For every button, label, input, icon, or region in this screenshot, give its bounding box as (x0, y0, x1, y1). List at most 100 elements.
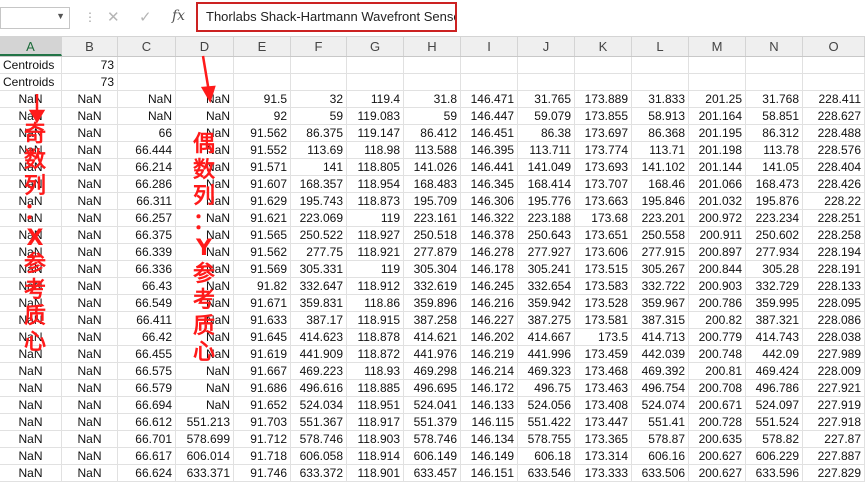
cell-j22[interactable]: 551.422 (518, 414, 575, 430)
cell-e6[interactable]: 91.552 (234, 142, 291, 158)
cell-o2[interactable] (803, 74, 865, 90)
cell-o4[interactable]: 228.627 (803, 108, 865, 124)
cell-o18[interactable]: 227.989 (803, 346, 865, 362)
cell-n10[interactable]: 223.234 (746, 210, 803, 226)
cell-d20[interactable]: NaN (176, 380, 234, 396)
cell-g8[interactable]: 118.954 (347, 176, 404, 192)
cell-a1[interactable]: Centroids (0, 57, 62, 73)
cell-b8[interactable]: NaN (62, 176, 118, 192)
cell-j20[interactable]: 496.75 (518, 380, 575, 396)
cell-f19[interactable]: 469.223 (291, 363, 347, 379)
cell-l12[interactable]: 277.915 (632, 244, 689, 260)
cell-l11[interactable]: 250.558 (632, 227, 689, 243)
cell-l13[interactable]: 305.267 (632, 261, 689, 277)
cell-f18[interactable]: 441.909 (291, 346, 347, 362)
cell-h9[interactable]: 195.709 (404, 193, 461, 209)
cell-c18[interactable]: 66.455 (118, 346, 176, 362)
cell-j19[interactable]: 469.323 (518, 363, 575, 379)
cell-k16[interactable]: 173.581 (575, 312, 632, 328)
cell-h6[interactable]: 113.588 (404, 142, 461, 158)
cell-n6[interactable]: 113.78 (746, 142, 803, 158)
cell-h16[interactable]: 387.258 (404, 312, 461, 328)
cell-k7[interactable]: 173.693 (575, 159, 632, 175)
cell-o19[interactable]: 228.009 (803, 363, 865, 379)
cell-o10[interactable]: 228.251 (803, 210, 865, 226)
cell-f16[interactable]: 387.17 (291, 312, 347, 328)
cell-l2[interactable] (632, 74, 689, 90)
cell-j24[interactable]: 606.18 (518, 448, 575, 464)
check-icon[interactable]: ✓ (139, 8, 152, 26)
cell-j7[interactable]: 141.049 (518, 159, 575, 175)
cell-a19[interactable]: NaN (0, 363, 62, 379)
cell-g25[interactable]: 118.901 (347, 465, 404, 481)
cell-f25[interactable]: 633.372 (291, 465, 347, 481)
cell-n4[interactable]: 58.851 (746, 108, 803, 124)
cell-a21[interactable]: NaN (0, 397, 62, 413)
cell-k5[interactable]: 173.697 (575, 125, 632, 141)
cell-i23[interactable]: 146.134 (461, 431, 518, 447)
cell-n5[interactable]: 86.312 (746, 125, 803, 141)
cell-i7[interactable]: 146.441 (461, 159, 518, 175)
cell-h18[interactable]: 441.976 (404, 346, 461, 362)
cell-c23[interactable]: 66.701 (118, 431, 176, 447)
cell-b19[interactable]: NaN (62, 363, 118, 379)
cell-l6[interactable]: 113.71 (632, 142, 689, 158)
cell-n21[interactable]: 524.097 (746, 397, 803, 413)
cell-e14[interactable]: 91.82 (234, 278, 291, 294)
cell-n11[interactable]: 250.602 (746, 227, 803, 243)
cell-h7[interactable]: 141.026 (404, 159, 461, 175)
cell-o23[interactable]: 227.87 (803, 431, 865, 447)
cell-j25[interactable]: 633.546 (518, 465, 575, 481)
cell-m17[interactable]: 200.779 (689, 329, 746, 345)
cell-n7[interactable]: 141.05 (746, 159, 803, 175)
cell-o16[interactable]: 228.086 (803, 312, 865, 328)
cell-j16[interactable]: 387.275 (518, 312, 575, 328)
cell-d3[interactable]: NaN (176, 91, 234, 107)
cell-f9[interactable]: 195.743 (291, 193, 347, 209)
cell-d25[interactable]: 633.371 (176, 465, 234, 481)
cell-j8[interactable]: 168.414 (518, 176, 575, 192)
cell-o7[interactable]: 228.404 (803, 159, 865, 175)
cell-b9[interactable]: NaN (62, 193, 118, 209)
cell-k13[interactable]: 173.515 (575, 261, 632, 277)
cell-b21[interactable]: NaN (62, 397, 118, 413)
cell-e10[interactable]: 91.621 (234, 210, 291, 226)
cell-j9[interactable]: 195.776 (518, 193, 575, 209)
cell-f24[interactable]: 606.058 (291, 448, 347, 464)
cell-i17[interactable]: 146.202 (461, 329, 518, 345)
cell-f15[interactable]: 359.831 (291, 295, 347, 311)
cell-m18[interactable]: 200.748 (689, 346, 746, 362)
column-header-j[interactable]: J (518, 37, 575, 56)
cell-f21[interactable]: 524.034 (291, 397, 347, 413)
cell-j2[interactable] (518, 74, 575, 90)
cell-k19[interactable]: 173.468 (575, 363, 632, 379)
name-box[interactable]: ▼ (0, 7, 70, 29)
cell-e1[interactable] (234, 57, 291, 73)
cell-c15[interactable]: 66.549 (118, 295, 176, 311)
cell-a22[interactable]: NaN (0, 414, 62, 430)
cell-j13[interactable]: 305.241 (518, 261, 575, 277)
cell-i18[interactable]: 146.219 (461, 346, 518, 362)
cell-c7[interactable]: 66.214 (118, 159, 176, 175)
cell-m20[interactable]: 200.708 (689, 380, 746, 396)
cell-j18[interactable]: 441.996 (518, 346, 575, 362)
cell-c16[interactable]: 66.411 (118, 312, 176, 328)
cell-j17[interactable]: 414.667 (518, 329, 575, 345)
cell-b11[interactable]: NaN (62, 227, 118, 243)
cell-h12[interactable]: 277.879 (404, 244, 461, 260)
cell-e5[interactable]: 91.562 (234, 125, 291, 141)
cell-g5[interactable]: 119.147 (347, 125, 404, 141)
cell-g11[interactable]: 118.927 (347, 227, 404, 243)
cell-j5[interactable]: 86.38 (518, 125, 575, 141)
cell-c25[interactable]: 66.624 (118, 465, 176, 481)
cell-m6[interactable]: 201.198 (689, 142, 746, 158)
cell-c2[interactable] (118, 74, 176, 90)
cell-h25[interactable]: 633.457 (404, 465, 461, 481)
cell-l14[interactable]: 332.722 (632, 278, 689, 294)
cell-i8[interactable]: 146.345 (461, 176, 518, 192)
column-header-b[interactable]: B (62, 37, 118, 56)
cell-e25[interactable]: 91.746 (234, 465, 291, 481)
cell-j3[interactable]: 31.765 (518, 91, 575, 107)
cell-k12[interactable]: 173.606 (575, 244, 632, 260)
cell-m14[interactable]: 200.903 (689, 278, 746, 294)
